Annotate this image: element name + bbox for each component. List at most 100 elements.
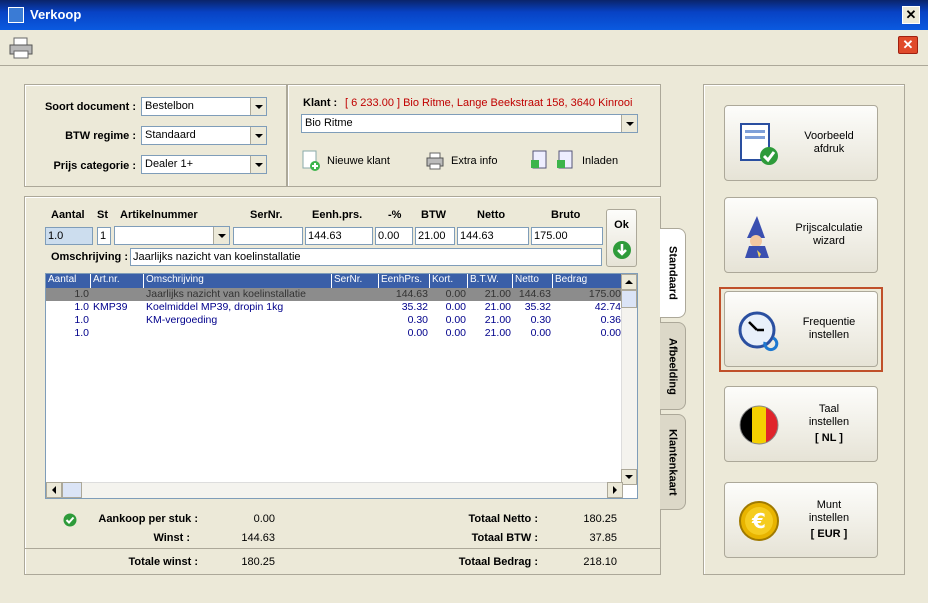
st-input[interactable]: 1 [97,227,111,245]
prijscalculatie-wizard-button[interactable]: Prijscalculatie wizard [724,197,878,273]
grid-col-btw[interactable]: B.T.W. [468,274,513,288]
window-close-button[interactable]: ✕ [902,6,920,24]
frequentie-instellen-button[interactable]: Frequentie instellen [724,291,878,367]
chevron-down-icon[interactable] [250,127,266,144]
voorbeeld-label: Voorbeeld afdruk [804,130,854,156]
tab-afbeelding[interactable]: Afbeelding [660,322,686,410]
totaal-btw-label: Totaal BTW : [471,532,538,544]
scroll-right-button[interactable] [607,482,623,498]
grid-col-sernr[interactable]: SerNr. [332,274,379,288]
grid-col-netto[interactable]: Netto [513,274,553,288]
inladen-label: Inladen [582,155,619,167]
munt-code: [ EUR ] [810,528,848,540]
label-line: instellen [808,329,850,341]
bruto-header: Bruto [551,209,581,221]
sernr-input[interactable] [233,227,303,245]
eenhprs-input[interactable]: 144.63 [305,227,373,245]
extra-info-button[interactable]: Extra info [425,150,497,172]
chevron-down-icon[interactable] [621,115,637,132]
st-header: St [97,209,108,221]
btw-regime-label: BTW regime : [65,130,136,142]
totaal-netto-label: Totaal Netto : [468,513,538,525]
grid-col-kort[interactable]: Kort. [430,274,468,288]
soort-document-label: Soort document : [44,101,136,113]
aantal-header: Aantal [51,209,85,221]
voorbeeld-afdruk-button[interactable]: Voorbeeld afdruk [724,105,878,181]
grid-col-omschrijving[interactable]: Omschrijving [144,274,332,288]
ok-label: Ok [614,219,629,231]
printer-icon[interactable] [8,36,34,60]
hscroll-thumb[interactable] [62,482,82,498]
horizontal-scrollbar[interactable] [46,482,623,498]
table-row[interactable]: 1.0 0.00 0.00 21.00 0.00 0.00 [46,327,623,340]
label-line: Munt [816,499,842,511]
label-line: instellen [808,512,850,524]
tab-standaard[interactable]: Standaard [660,228,686,318]
ok-button[interactable]: Ok [606,209,637,267]
toolbar: ✕ [0,30,928,66]
close-form-button[interactable]: ✕ [898,36,918,54]
table-row[interactable]: 1.0 KM-vergoeding 0.30 0.00 21.00 0.30 0… [46,314,623,327]
tab-klantenkaart[interactable]: Klantenkaart [660,414,686,510]
sernr-header: SerNr. [250,209,283,221]
grid-col-eenhprs[interactable]: EenhPrs. [379,274,430,288]
aantal-input[interactable]: 1.0 [45,227,93,245]
wizard-icon [745,216,769,258]
add-document-icon [302,150,320,171]
grid-col-aantal[interactable]: Aantal [46,274,91,288]
frequentie-label: Frequentie instellen [803,316,856,342]
btw-regime-select[interactable]: Standaard [141,126,267,145]
scroll-down-button[interactable] [621,469,637,485]
omschrijving-label: Omschrijving : [50,251,128,263]
belgium-flag-icon [739,405,779,445]
printer-icon [426,152,444,170]
clock-icon [738,311,779,352]
scroll-thumb[interactable] [621,290,637,308]
chevron-down-icon[interactable] [213,227,229,244]
window-title: Verkoop [30,7,82,22]
vertical-scrollbar[interactable] [621,274,637,485]
load-list-icon [557,150,573,169]
chevron-down-icon[interactable] [250,98,266,115]
klant-info: [ 6 233.00 ] Bio Ritme, Lange Beekstraat… [345,97,633,109]
bruto-input[interactable]: 175.00 [531,227,603,245]
btw-input[interactable]: 21.00 [415,227,455,245]
taal-instellen-button[interactable]: Taal instellen [ NL ] [724,386,878,462]
prijs-categorie-label: Prijs categorie : [53,160,136,172]
table-row[interactable]: 1.0 KMP39 Koelmiddel MP39, dropin 1kg 35… [46,301,623,314]
totaal-bedrag-label: Totaal Bedrag : [458,556,538,568]
artikelnummer-select[interactable] [114,226,230,245]
winst-label: Winst : [153,532,190,544]
print-preview-icon [740,123,778,165]
nieuwe-klant-button[interactable]: Nieuwe klant [301,150,390,172]
klant-select[interactable]: Bio Ritme [301,114,638,133]
label-line: Taal [818,403,840,415]
grid-col-artnr[interactable]: Art.nr. [91,274,144,288]
inladen-button[interactable]: Inladen [530,150,618,172]
chevron-down-icon[interactable] [250,156,266,173]
omschrijving-input[interactable]: Jaarlijks nazicht van koelinstallatie [130,248,602,266]
svg-text:€: € [751,509,766,533]
label-line: Voorbeeld [804,130,854,142]
label-line: Prijscalculatie [795,222,863,234]
soort-document-select[interactable]: Bestelbon [141,97,267,116]
korting-input[interactable]: 0.00 [375,227,413,245]
title-bar: Verkoop ✕ [0,0,928,30]
scroll-up-button[interactable] [621,274,637,290]
totaal-btw-value: 37.85 [589,532,617,544]
prijscalculatie-label: Prijscalculatie wizard [795,222,862,248]
order-lines-grid[interactable]: Aantal Art.nr. Omschrijving SerNr. EenhP… [45,273,638,499]
aankoop-label: Aankoop per stuk : [98,513,198,525]
totale-winst-label: Totale winst : [128,556,198,568]
scroll-left-button[interactable] [46,482,62,498]
summary-divider [25,548,660,549]
grid-col-bedrag[interactable]: Bedrag [553,274,623,288]
grid-header: Aantal Art.nr. Omschrijving SerNr. EenhP… [46,274,623,288]
munt-instellen-button[interactable]: € Munt instellen [ EUR ] [724,482,878,558]
aankoop-value: 0.00 [253,513,275,525]
table-row[interactable]: 1.0 Jaarlijks nazicht van koelinstallati… [46,288,623,301]
totaal-netto-value: 180.25 [583,513,617,525]
prijs-categorie-select[interactable]: Dealer 1+ [141,155,267,174]
totale-winst-value: 180.25 [241,556,275,568]
netto-input[interactable]: 144.63 [457,227,529,245]
